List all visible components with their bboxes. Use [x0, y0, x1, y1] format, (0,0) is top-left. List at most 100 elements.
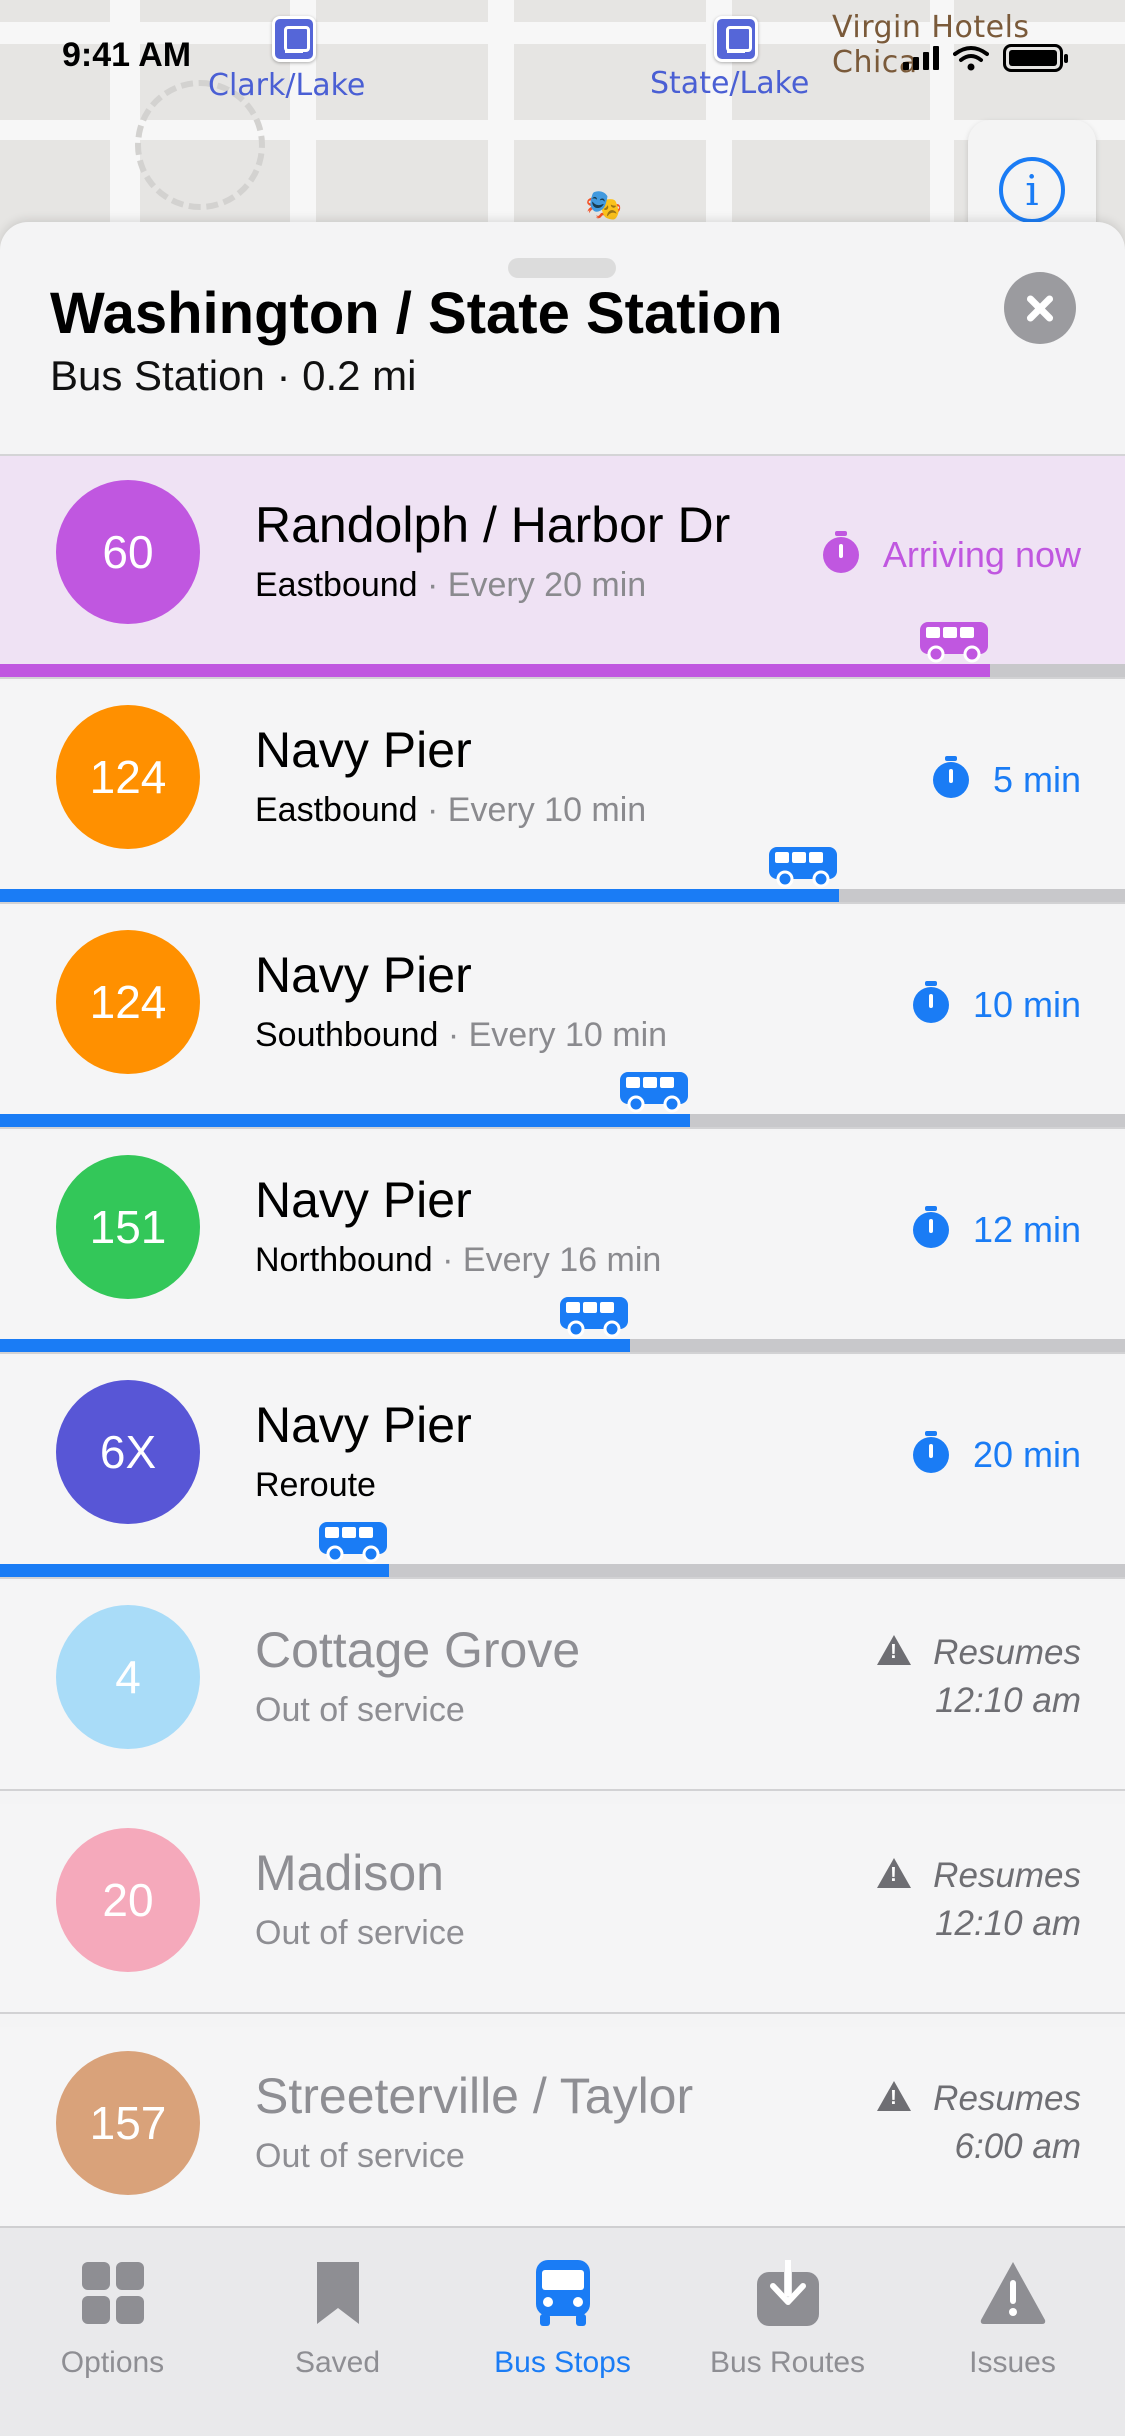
resume-text: Resumes 12:10 am [933, 1629, 1081, 1725]
resume-time: 12:10 am [935, 1904, 1081, 1943]
route-number-badge: 60 [56, 480, 200, 624]
frequency-label: · Every 10 min [438, 1016, 668, 1054]
route-row-out-of-service[interactable]: 4 Cottage Grove Out of service Resumes 12:10… [0, 1581, 1125, 1791]
resume-info: Resumes 12:10 am [877, 1852, 1081, 1948]
resume-info: Resumes 6:00 am [877, 2075, 1081, 2171]
resume-label: Resumes [933, 1856, 1081, 1895]
tab-saved[interactable]: Saved [225, 2228, 450, 2436]
bus-position-icon [558, 1295, 630, 1339]
close-button[interactable] [1004, 272, 1076, 344]
warning-icon [980, 2262, 1045, 2324]
route-direction: Northbound · Every 16 min [255, 1241, 661, 1280]
bus-position-icon [317, 1520, 389, 1564]
tab-bar: Options Saved Bus Stops Bus Routes Issue… [0, 2226, 1125, 2436]
tab-options[interactable]: Options [0, 2228, 225, 2436]
route-row[interactable]: 151 Navy Pier Northbound · Every 16 min 12 … [0, 1131, 1125, 1354]
warning-icon [877, 1635, 912, 1665]
theatre-icon: 🎭 [585, 188, 623, 223]
eta: 10 min [912, 981, 1081, 1026]
route-name: Navy Pier [255, 1172, 472, 1228]
resume-info: Resumes 12:10 am [877, 1629, 1081, 1725]
tab-bus-routes[interactable]: Bus Routes [675, 2228, 900, 2436]
progress-track [0, 1114, 1125, 1127]
bus-position-icon [918, 620, 990, 664]
route-number-badge: 124 [56, 705, 200, 849]
tab-issues[interactable]: Issues [900, 2228, 1125, 2436]
direction-label: Reroute [255, 1466, 376, 1504]
route-row[interactable]: 60 Randolph / Harbor Dr Eastbound · Every … [0, 456, 1125, 679]
resume-label: Resumes [933, 2079, 1081, 2118]
map-label-clark-lake: Clark/Lake [208, 68, 366, 103]
status-time: 9:41 AM [62, 36, 192, 74]
eta-label: 20 min [972, 1434, 1081, 1475]
frequency-label: · Every 16 min [432, 1241, 662, 1279]
station-sheet[interactable]: Washington / State Station Bus Station ·… [0, 222, 1125, 2436]
tab-label: Options [60, 2346, 165, 2379]
progress-track [0, 664, 1125, 677]
eta: 5 min [932, 756, 1081, 801]
frequency-label: · Every 20 min [417, 566, 647, 604]
route-name: Randolph / Harbor Dr [255, 497, 731, 553]
eta: 20 min [912, 1431, 1081, 1476]
route-name: Streeterville / Taylor [255, 2068, 694, 2124]
bus-icon [535, 2260, 590, 2326]
bookmark-icon [316, 2262, 359, 2324]
train-station-icon[interactable] [272, 16, 316, 62]
route-row-out-of-service[interactable]: 157 Streeterville / Taylor Out of service R… [0, 2027, 1125, 2237]
resume-time: 6:00 am [954, 2127, 1081, 2166]
eta-label: Arriving now [882, 534, 1081, 575]
station-subtitle: Bus Station · 0.2 mi [50, 352, 417, 399]
route-name: Navy Pier [255, 1397, 472, 1453]
route-name: Madison [255, 1845, 444, 1901]
route-direction: Reroute [255, 1466, 376, 1505]
route-status: Out of service [255, 2137, 465, 2175]
route-number-badge: 6X [56, 1380, 200, 1524]
info-icon: i [999, 157, 1065, 223]
progress-fill [0, 1114, 690, 1127]
route-row[interactable]: 6X Navy Pier Reroute 20 min [0, 1356, 1125, 1579]
station-title: Washington / State Station [50, 281, 783, 346]
warning-icon [877, 1858, 912, 1888]
route-row[interactable]: 124 Navy Pier Southbound · Every 10 min 10 … [0, 906, 1125, 1129]
tab-label: Bus Stops [494, 2346, 631, 2379]
resume-text: Resumes 12:10 am [933, 1852, 1081, 1948]
route-row[interactable]: 124 Navy Pier Eastbound · Every 10 min 5 mi… [0, 681, 1125, 904]
route-direction: Eastbound · Every 20 min [255, 566, 646, 605]
tab-bus-stops[interactable]: Bus Stops [450, 2228, 675, 2436]
sheet-grabber[interactable] [508, 258, 616, 278]
route-row-out-of-service[interactable]: 20 Madison Out of service Resumes 12:10 am [0, 1804, 1125, 2014]
progress-track [0, 1339, 1125, 1352]
resume-text: Resumes 6:00 am [933, 2075, 1081, 2171]
timer-icon [912, 1431, 949, 1473]
route-name: Cottage Grove [255, 1622, 581, 1678]
route-status: Out of service [255, 1691, 465, 1729]
progress-fill [0, 664, 990, 677]
route-name: Navy Pier [255, 947, 472, 1003]
eta: Arriving now [822, 531, 1081, 576]
route-number-badge: 151 [56, 1155, 200, 1299]
route-direction: Eastbound · Every 10 min [255, 791, 646, 830]
tab-label: Bus Routes [709, 2346, 866, 2379]
eta-label: 5 min [992, 759, 1081, 800]
direction-label: Southbound [255, 1016, 439, 1054]
eta: 12 min [912, 1206, 1081, 1251]
resume-time: 12:10 am [935, 1681, 1081, 1720]
eta-label: 12 min [972, 1209, 1081, 1250]
progress-track [0, 1564, 1125, 1577]
timer-icon [932, 756, 969, 798]
direction-label: Eastbound [255, 566, 418, 604]
progress-fill [0, 1564, 389, 1577]
wifi-icon [953, 46, 989, 71]
cellular-signal-icon [903, 46, 939, 70]
route-number-badge: 157 [56, 2051, 200, 2195]
train-station-icon[interactable] [714, 16, 758, 62]
map-label-state-lake: State/Lake [650, 66, 810, 101]
timer-icon [912, 1206, 949, 1248]
direction-label: Eastbound [255, 791, 418, 829]
frequency-label: · Every 10 min [417, 791, 647, 829]
map-view[interactable]: Clark/Lake State/Lake Virgin Hotels Chic… [0, 0, 1125, 260]
progress-track [0, 889, 1125, 902]
progress-fill [0, 889, 839, 902]
tab-label: Issues [969, 2346, 1056, 2379]
warning-icon [877, 2081, 912, 2111]
